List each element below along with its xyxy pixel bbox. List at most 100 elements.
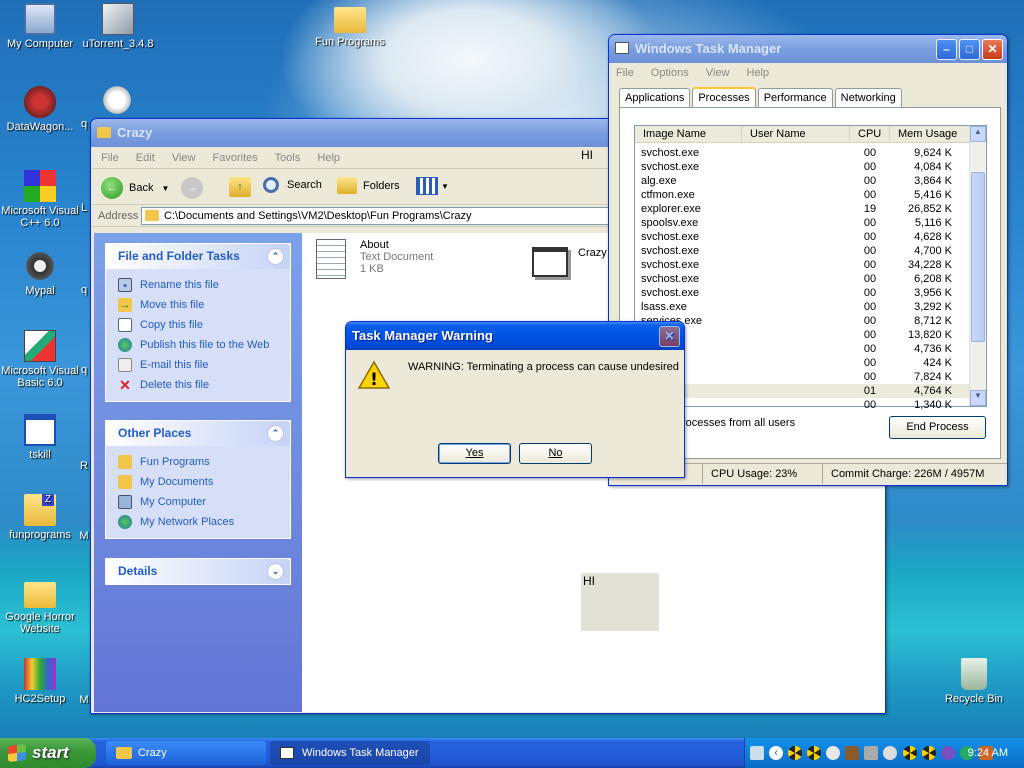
scroll-up-icon[interactable]: ▲ [970,126,986,142]
tab-processes[interactable]: Processes [692,87,756,109]
desktop-icon-utorrent[interactable]: uTorrent_3.4.8 [78,3,158,50]
taskbar-button-task-manager[interactable]: Windows Task Manager [270,741,430,765]
minimize-button[interactable]: – [936,39,957,60]
radiation-icon[interactable] [902,746,917,761]
process-row[interactable]: explorer.exe 19 26,852 K [635,202,970,216]
column-user-name[interactable]: User Name [742,126,850,142]
process-row[interactable]: .exe0013,820 K [635,328,970,342]
process-row[interactable]: svchost.exe 00 3,956 K [635,286,970,300]
warning-dialog[interactable]: Task Manager Warning ✕ ! WARNING: Termin… [345,321,685,478]
close-button[interactable]: ✕ [659,326,680,347]
process-row[interactable]: e014,764 K [635,384,970,398]
menu-view[interactable]: View [172,152,196,164]
process-row[interactable]: svchost.exe 00 4,084 K [635,160,970,174]
close-button[interactable]: ✕ [982,39,1003,60]
process-row[interactable]: e007,824 K [635,370,970,384]
menu-favorites[interactable]: Favorites [213,152,258,164]
desktop-icon-fun-programs[interactable]: Fun Programs [310,3,390,48]
menu-view[interactable]: View [706,67,730,79]
process-list-scrollbar[interactable]: ▲ ▼ [969,126,986,406]
menu-tools[interactable]: Tools [275,152,301,164]
tab-applications[interactable]: Applications [619,88,691,107]
tab-performance[interactable]: Performance [757,88,833,107]
desktop-icon-visual-cpp[interactable]: Microsoft Visual C++ 6.0 [0,170,80,229]
process-row[interactable]: .exe001,340 K [635,398,970,412]
file-item-crazy[interactable]: Crazy [532,247,607,277]
column-mem-usage[interactable]: Mem Usage [890,126,970,142]
tray-app-icon[interactable] [845,746,860,761]
tray-app-icon[interactable] [883,746,898,761]
radiation-icon[interactable] [788,746,803,761]
desktop-icon-my-computer[interactable]: My Computer [0,3,80,50]
task-manager-titlebar[interactable]: Windows Task Manager – □ ✕ [609,35,1007,63]
process-row[interactable]: svchost.exe 00 4,700 K [635,244,970,258]
up-folder-icon[interactable]: ↑ [229,177,251,197]
place-my-computer[interactable]: My Computer [118,492,278,512]
desktop-icon-hc2setup[interactable]: HC2Setup [0,658,80,705]
desktop-icon-mypal[interactable]: Mypal [0,250,80,297]
process-row[interactable]: 00 4,736 K [635,342,970,356]
scrollbar-thumb[interactable] [971,172,985,342]
no-button[interactable]: No [519,443,592,464]
process-row[interactable]: svchost.exe 00 9,624 K [635,146,970,160]
tray-app-icon[interactable] [826,746,841,761]
task-copy[interactable]: Copy this file [118,315,278,335]
taskbar-button-crazy[interactable]: Crazy [106,741,266,765]
clock[interactable]: 9:24 AM [968,738,1008,768]
task-email[interactable]: E-mail this file [118,355,278,375]
menu-help[interactable]: Help [747,67,770,79]
warning-titlebar[interactable]: Task Manager Warning ✕ [346,322,684,350]
desktop-icon-funprograms[interactable]: Z funprograms [0,494,80,541]
chevron-left-icon[interactable]: ‹ [769,746,784,761]
process-row[interactable]: svchost.exe 00 34,228 K [635,258,970,272]
process-row[interactable]: lsass.exe 00 3,292 K [635,300,970,314]
details-header[interactable]: Details ⌄ [106,559,290,584]
menu-options[interactable]: Options [651,67,689,79]
tray-app-icon[interactable] [940,746,955,761]
desktop-icon-visual-basic[interactable]: Microsoft Visual Basic 6.0 [0,330,80,389]
collapse-chevron-icon[interactable]: ⌃ [267,248,284,265]
task-move[interactable]: → Move this file [118,295,278,315]
menu-file[interactable]: File [101,152,119,164]
process-row[interactable]: 00 424 K [635,356,970,370]
desktop-icon-partial[interactable] [96,84,138,119]
other-places-header[interactable]: Other Places ⌃ [106,421,290,446]
process-row[interactable]: alg.exe 00 3,864 K [635,174,970,188]
task-publish[interactable]: Publish this file to the Web [118,335,278,355]
keyboard-icon[interactable] [750,746,764,761]
collapse-chevron-icon[interactable]: ⌃ [267,425,284,442]
search-button[interactable]: Search [263,177,322,193]
task-rename[interactable]: • Rename this file [118,275,278,295]
desktop-icon-datawagon[interactable]: DataWagon... [0,86,80,133]
maximize-button[interactable]: □ [959,39,980,60]
place-my-network[interactable]: My Network Places [118,512,278,532]
process-list[interactable]: Image Name User Name CPU Mem Usage svcho… [634,125,987,411]
folders-button[interactable]: Folders [337,177,400,194]
process-row[interactable]: services.exe008,712 K [635,314,970,328]
process-row[interactable]: ctfmon.exe 00 5,416 K [635,188,970,202]
place-fun-programs[interactable]: Fun Programs [118,452,278,472]
menu-file[interactable]: File [616,67,634,79]
forward-button[interactable]: → [181,177,203,199]
back-button[interactable]: ← Back ▼ [101,177,169,199]
desktop-icon-tskill[interactable]: tskill [0,414,80,461]
tab-networking[interactable]: Networking [834,88,902,107]
show-all-users-label[interactable]: rocesses from all users [682,417,795,429]
task-delete[interactable]: ✕ Delete this file [118,375,278,395]
column-image-name[interactable]: Image Name [635,126,742,142]
column-cpu[interactable]: CPU [850,126,890,142]
process-row[interactable]: svchost.exe 00 6,208 K [635,272,970,286]
desktop-icon-recycle-bin[interactable]: Recycle Bin [934,658,1014,705]
process-row[interactable]: spoolsv.exe 00 5,116 K [635,216,970,230]
expand-chevron-icon[interactable]: ⌄ [267,563,284,580]
start-button[interactable]: start [0,738,96,768]
menu-edit[interactable]: Edit [136,152,155,164]
file-item-about[interactable]: About Text Document 1 KB [316,239,433,279]
scroll-down-icon[interactable]: ▼ [970,390,986,406]
radiation-icon[interactable] [921,746,936,761]
end-process-button[interactable]: End Process [889,416,986,439]
file-folder-tasks-header[interactable]: File and Folder Tasks ⌃ [106,244,290,269]
desktop-icon-google-horror[interactable]: Google Horror Website [0,578,80,635]
views-button[interactable]: ▼ [416,177,449,195]
place-my-documents[interactable]: My Documents [118,472,278,492]
